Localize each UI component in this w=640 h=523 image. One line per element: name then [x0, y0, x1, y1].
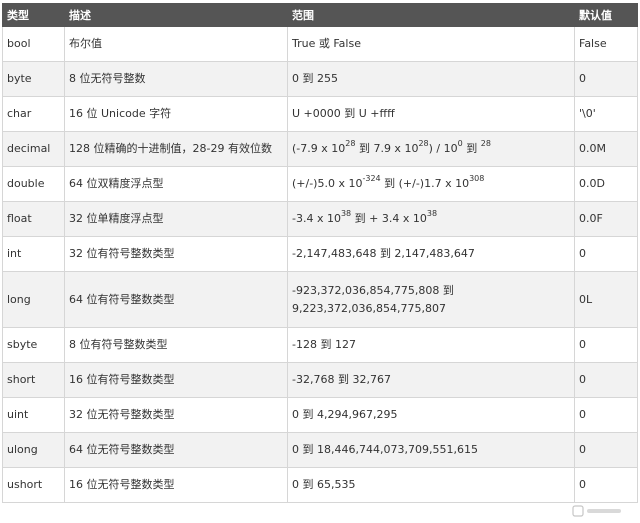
default-cell: 0: [574, 61, 638, 97]
description-cell: 8 位无符号整数: [64, 61, 288, 97]
default-cell: 0.0M: [574, 131, 638, 167]
header-range: 范围: [287, 3, 575, 27]
description-cell: 64 位无符号整数类型: [64, 432, 288, 468]
type-cell: long: [2, 271, 65, 328]
header-type: 类型: [2, 3, 65, 27]
description-cell: 32 位有符号整数类型: [64, 236, 288, 272]
range-cell: -923,372,036,854,775,808 到 9,223,372,036,…: [287, 271, 575, 328]
page: 类型 描述 范围 默认值 bool 布尔值 True 或 False False…: [0, 0, 640, 523]
range-cell: 0 到 18,446,744,073,709,551,615: [287, 432, 575, 468]
table-row: bool 布尔值 True 或 False False: [2, 26, 638, 62]
description-cell: 128 位精确的十进制值，28-29 有效位数: [64, 131, 288, 167]
range-cell: U +0000 到 U +ffff: [287, 96, 575, 132]
range-cell: -32,768 到 32,767: [287, 362, 575, 398]
range-text: 到: [462, 142, 481, 155]
range-cell: (-7.9 x 1028 到 7.9 x 1028) / 100 到 28: [287, 131, 575, 167]
type-cell: decimal: [2, 131, 65, 167]
exponent: 28: [418, 139, 429, 149]
range-text: 到 7.9 x 10: [355, 142, 419, 155]
type-cell: int: [2, 236, 65, 272]
default-cell: 0: [574, 327, 638, 363]
range-cell: (+/-)5.0 x 10-324 到 (+/-)1.7 x 10308: [287, 166, 575, 202]
exponent: 38: [340, 209, 352, 219]
type-cell: float: [2, 201, 65, 237]
table-row: short 16 位有符号整数类型 -32,768 到 32,767 0: [2, 362, 638, 398]
range-text: 9,223,372,036,854,775,807: [292, 301, 446, 315]
watermark-logo: [572, 505, 621, 517]
description-cell: 64 位有符号整数类型: [64, 271, 288, 328]
range-text: -923,372,036,854,775,808 到: [292, 283, 454, 297]
type-cell: ushort: [2, 467, 65, 503]
range-text: 到 + 3.4 x 10: [351, 212, 427, 225]
description-cell: 16 位无符号整数类型: [64, 467, 288, 503]
range-text: 到 (+/-)1.7 x 10: [380, 177, 470, 190]
exponent: 38: [426, 209, 438, 219]
exponent: 0: [457, 139, 463, 149]
type-cell: ulong: [2, 432, 65, 468]
table-row: long 64 位有符号整数类型 -923,372,036,854,775,80…: [2, 271, 638, 328]
range-cell: -2,147,483,648 到 2,147,483,647: [287, 236, 575, 272]
range-cell: -3.4 x 1038 到 + 3.4 x 1038: [287, 201, 575, 237]
table-row: uint 32 位无符号整数类型 0 到 4,294,967,295 0: [2, 397, 638, 433]
range-text: -3.4 x 10: [292, 212, 341, 225]
default-cell: 0: [574, 432, 638, 468]
table-header-row: 类型 描述 范围 默认值: [2, 3, 638, 27]
default-cell: 0: [574, 362, 638, 398]
exponent: 28: [345, 139, 356, 149]
default-cell: 0.0D: [574, 166, 638, 202]
description-cell: 64 位双精度浮点型: [64, 166, 288, 202]
type-cell: char: [2, 96, 65, 132]
default-cell: 0L: [574, 271, 638, 328]
header-description: 描述: [64, 3, 288, 27]
type-cell: sbyte: [2, 327, 65, 363]
range-cell: -128 到 127: [287, 327, 575, 363]
exponent: 28: [480, 139, 491, 149]
table-row: byte 8 位无符号整数 0 到 255 0: [2, 61, 638, 97]
range-text: (+/-)5.0 x 10: [292, 177, 363, 190]
default-cell: 0.0F: [574, 201, 638, 237]
table-row: double 64 位双精度浮点型 (+/-)5.0 x 10-324 到 (+…: [2, 166, 638, 202]
range-text: (-7.9 x 10: [292, 142, 346, 155]
default-cell: 0: [574, 467, 638, 503]
range-cell: 0 到 4,294,967,295: [287, 397, 575, 433]
range-cell: True 或 False: [287, 26, 575, 62]
default-cell: '\0': [574, 96, 638, 132]
default-cell: False: [574, 26, 638, 62]
table-row: ulong 64 位无符号整数类型 0 到 18,446,744,073,709…: [2, 432, 638, 468]
type-cell: double: [2, 166, 65, 202]
description-cell: 16 位有符号整数类型: [64, 362, 288, 398]
default-cell: 0: [574, 397, 638, 433]
type-cell: bool: [2, 26, 65, 62]
table-row: decimal 128 位精确的十进制值，28-29 有效位数 (-7.9 x …: [2, 131, 638, 167]
description-cell: 布尔值: [64, 26, 288, 62]
exponent: 308: [469, 174, 485, 184]
range-cell: 0 到 255: [287, 61, 575, 97]
exponent: -324: [362, 174, 381, 184]
table-row: int 32 位有符号整数类型 -2,147,483,648 到 2,147,4…: [2, 236, 638, 272]
csharp-value-types-table: 类型 描述 范围 默认值 bool 布尔值 True 或 False False…: [2, 3, 638, 503]
type-cell: uint: [2, 397, 65, 433]
description-cell: 32 位单精度浮点型: [64, 201, 288, 237]
range-text: ) / 10: [428, 142, 458, 155]
table-row: char 16 位 Unicode 字符 U +0000 到 U +ffff '…: [2, 96, 638, 132]
header-default: 默认值: [574, 3, 638, 27]
type-cell: short: [2, 362, 65, 398]
description-cell: 16 位 Unicode 字符: [64, 96, 288, 132]
range-cell: 0 到 65,535: [287, 467, 575, 503]
default-cell: 0: [574, 236, 638, 272]
table-row: float 32 位单精度浮点型 -3.4 x 1038 到 + 3.4 x 1…: [2, 201, 638, 237]
table-row: sbyte 8 位有符号整数类型 -128 到 127 0: [2, 327, 638, 363]
description-cell: 32 位无符号整数类型: [64, 397, 288, 433]
table-row: ushort 16 位无符号整数类型 0 到 65,535 0: [2, 467, 638, 503]
type-cell: byte: [2, 61, 65, 97]
description-cell: 8 位有符号整数类型: [64, 327, 288, 363]
